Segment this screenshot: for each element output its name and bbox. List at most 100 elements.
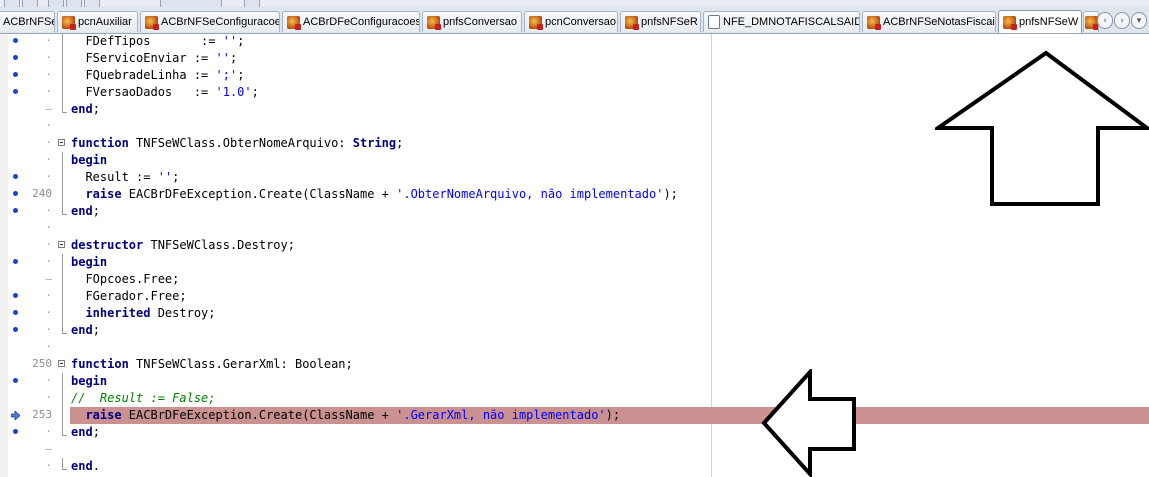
breakpoint-dot-icon[interactable] — [13, 72, 18, 77]
code-text: begin — [71, 374, 107, 388]
code-token: ; — [92, 323, 100, 337]
code-line[interactable]: – — [0, 441, 1149, 458]
code-text: FDefTipos := ''; — [71, 34, 244, 48]
tab-acbrnfseconfiguracoes[interactable]: ACBrNFSeConfiguracoes — [140, 11, 280, 32]
breakpoint-dot-icon[interactable] — [13, 378, 18, 383]
fold-guide-end — [62, 458, 67, 470]
fold-guide — [62, 152, 63, 169]
toolbar-button[interactable] — [48, 0, 64, 7]
line-number: · — [45, 153, 52, 166]
code-token: begin — [71, 153, 108, 167]
code-text: raise EACBrDFeException.Create(ClassName… — [71, 408, 620, 422]
code-token: raise — [85, 408, 122, 422]
code-text: begin — [71, 255, 107, 269]
line-number: 240 — [32, 187, 52, 200]
code-token: TNFSeWClass.ObterNomeArquivo: — [128, 136, 353, 150]
fold-guide — [62, 305, 63, 322]
tab-pcnauxiliar[interactable]: pcnAuxiliar — [57, 11, 138, 32]
code-token: FServicoEnviar := — [71, 51, 216, 65]
code-token: end — [71, 425, 93, 439]
code-token: raise — [85, 187, 122, 201]
fold-guide — [62, 67, 63, 84]
code-text: FGerador.Free; — [71, 289, 187, 303]
fold-guide — [62, 33, 63, 50]
breakpoint-dot-icon[interactable] — [13, 174, 18, 179]
code-line[interactable]: · — [0, 220, 1149, 237]
code-text: FQuebradeLinha := ';'; — [71, 68, 244, 82]
tab-nfe_dmnotafiscalsaida[interactable]: NFE_DMNOTAFISCALSAIDA — [703, 11, 860, 32]
line-number: 250 — [32, 357, 52, 370]
tab-acbrnfse[interactable]: ACBrNFSe — [0, 11, 55, 32]
toolbar-button[interactable] — [244, 0, 260, 7]
component-icon — [529, 15, 543, 30]
fold-guide — [62, 288, 63, 305]
code-line[interactable]: · destructor TNFSeWClass.Destroy; — [0, 237, 1149, 254]
component-icon — [1003, 15, 1017, 30]
line-number: · — [45, 289, 52, 302]
line-number: · — [45, 136, 52, 149]
tab-acbrnfsenotasfiscais[interactable]: ACBrNFSeNotasFiscais — [862, 11, 996, 32]
tab-prev-button[interactable]: ‹ — [1097, 12, 1113, 29]
line-number: · — [45, 374, 52, 387]
toolbar-button[interactable] — [66, 0, 82, 7]
breakpoint-dot-icon[interactable] — [13, 293, 18, 298]
code-line[interactable]: · end; — [0, 424, 1149, 441]
code-token: ; — [229, 51, 238, 65]
breakpoint-dot-icon[interactable] — [13, 191, 18, 196]
component-icon — [427, 15, 441, 30]
code-token: inherited — [85, 306, 151, 320]
component-icon — [145, 15, 159, 30]
code-text: function TNFSeWClass.ObterNomeArquivo: S… — [71, 136, 403, 150]
fold-toggle-icon[interactable] — [58, 139, 65, 146]
breakpoint-dot-icon[interactable] — [13, 327, 18, 332]
code-line[interactable]: · // Result := False; — [0, 390, 1149, 407]
toolbar-button[interactable] — [22, 0, 38, 7]
fold-guide — [62, 186, 63, 203]
line-number: – — [45, 102, 52, 115]
tab-pnfsconversao[interactable]: pnfsConversao — [422, 11, 522, 32]
breakpoint-dot-icon[interactable] — [13, 38, 18, 43]
tab-list-button[interactable]: ▾ — [1131, 12, 1147, 29]
code-line[interactable]: · inherited Destroy; — [0, 305, 1149, 322]
fold-toggle-icon[interactable] — [58, 241, 65, 248]
tab-label: pnfsConversao — [443, 16, 517, 28]
breakpoint-dot-icon[interactable] — [13, 89, 18, 94]
arrow-up-annotation — [935, 50, 1149, 206]
breakpoint-dot-icon[interactable] — [13, 310, 18, 315]
breakpoint-dot-icon[interactable] — [13, 259, 18, 264]
tab-next-button[interactable]: › — [1114, 12, 1130, 29]
component-icon — [625, 15, 639, 30]
breakpoint-dot-icon[interactable] — [13, 55, 18, 60]
code-line[interactable]: · begin — [0, 254, 1149, 271]
code-line[interactable]: · FDefTipos := ''; — [0, 33, 1149, 50]
code-text: FServicoEnviar := ''; — [71, 51, 237, 65]
code-line[interactable]: · — [0, 339, 1149, 356]
toolbar-button[interactable] — [84, 0, 100, 7]
toolbar-button[interactable] — [4, 0, 20, 7]
code-line[interactable]: · end; — [0, 322, 1149, 339]
tab-acbrdfeconfiguracoes[interactable]: ACBrDFeConfiguracoes — [282, 11, 420, 32]
code-line[interactable]: – FOpcoes.Free; — [0, 271, 1149, 288]
fold-guide-end — [62, 322, 67, 334]
tab-pnfsnfser[interactable]: pnfsNFSeR — [620, 11, 701, 32]
code-token: '.GerarXml, não implementado' — [396, 408, 606, 422]
tab-pnfsnfsew[interactable]: pnfsNFSeW — [998, 10, 1082, 33]
code-line[interactable]: · end. — [0, 458, 1149, 475]
fold-guide — [62, 407, 63, 424]
code-token: FGerador.Free; — [71, 289, 187, 303]
breakpoint-dot-icon[interactable] — [13, 208, 18, 213]
breakpoint-dot-icon[interactable] — [13, 429, 18, 434]
code-line[interactable]: · FGerador.Free; — [0, 288, 1149, 305]
code-line[interactable]: 250 function TNFSeWClass.GerarXml: Boolea… — [0, 356, 1149, 373]
fold-guide — [62, 50, 63, 67]
code-token: FVersaoDados := — [71, 85, 216, 99]
code-token: ); — [605, 408, 621, 422]
line-number: · — [45, 204, 52, 217]
code-token: '.ObterNomeArquivo, não implementado' — [396, 187, 664, 201]
code-line[interactable]: · begin — [0, 373, 1149, 390]
fold-toggle-icon[interactable] — [58, 360, 65, 367]
toolbar-button[interactable] — [160, 0, 222, 7]
execution-line[interactable]: 253 raise EACBrDFeException.Create(Class… — [0, 407, 1149, 424]
tab-pcnconversao[interactable]: pcnConversao — [524, 11, 618, 32]
